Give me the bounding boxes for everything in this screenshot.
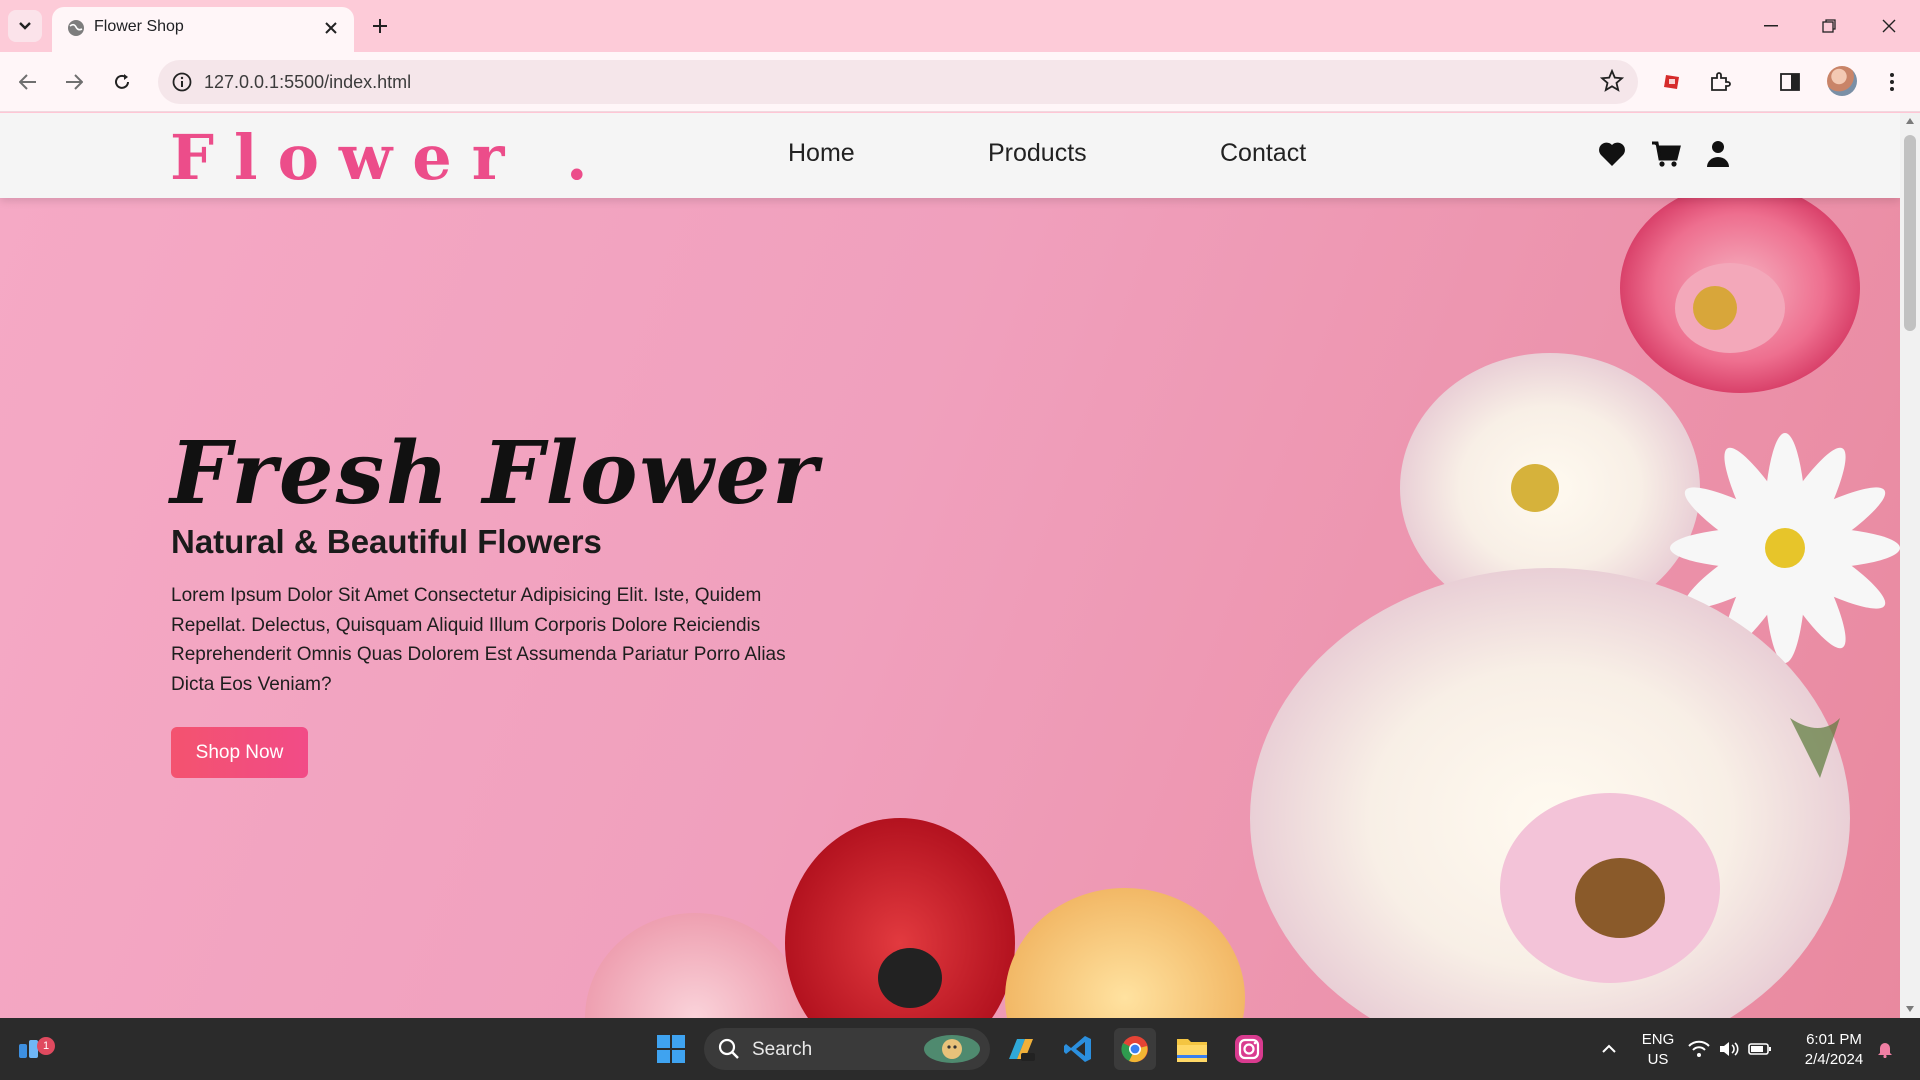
language-code: ENG [1641,1031,1675,1048]
globe-icon [68,20,84,36]
reload-icon [115,74,129,89]
tab-search-button[interactable] [8,10,42,42]
profile-avatar[interactable] [1827,66,1857,96]
plus-icon [373,19,387,33]
forward-button[interactable] [58,66,90,98]
user-icon[interactable] [1702,138,1734,170]
clock[interactable]: 6:01 PM 2/4/2024 [1790,1030,1878,1070]
notification-badge: 1 [37,1037,55,1055]
taskbar-search[interactable]: Search [704,1028,990,1070]
hero-description: Lorem Ipsum Dolor Sit Amet Consectetur A… [171,585,786,695]
arrow-right-icon [66,74,83,90]
address-bar[interactable]: 127.0.0.1:5500/index.html [158,60,1638,104]
close-window-button[interactable] [1872,12,1906,40]
chrome-icon [1121,1036,1148,1063]
folder-icon [1177,1039,1207,1062]
instagram-app[interactable] [1228,1028,1270,1070]
scroll-up-arrow-icon[interactable] [1904,115,1916,127]
wifi-icon [1688,1040,1710,1057]
nav-home[interactable]: Home [788,139,855,168]
start-button[interactable] [650,1028,692,1070]
url-text: 127.0.0.1:5500/index.html [204,72,412,92]
reload-button[interactable] [106,66,138,98]
minimize-button[interactable] [1754,12,1788,40]
heart-icon[interactable] [1596,138,1628,170]
restore-button[interactable] [1812,12,1846,40]
system-tray-status[interactable] [1685,1028,1775,1070]
minimize-icon [1764,25,1778,27]
back-button[interactable] [12,66,44,98]
region-code: US [1647,1051,1669,1068]
side-panel-icon[interactable] [1774,66,1806,98]
close-tab-icon[interactable] [320,17,342,39]
chevron-down-icon [19,22,31,30]
nav-products[interactable]: Products [988,139,1087,168]
hero-section: Fresh Flower Natural & Beautiful Flowers… [0,198,1900,1018]
instagram-icon [1235,1035,1263,1063]
search-icon [718,1038,739,1059]
bell-icon [1878,1043,1892,1058]
search-label: Search [752,1039,813,1060]
widgets-button[interactable]: 1 [8,1028,55,1070]
site-header: Flower . Home Products Contact [0,113,1900,198]
tab-title: Flower Shop [94,18,184,35]
chrome-app[interactable] [1114,1028,1156,1070]
bookmark-star-icon[interactable] [1599,68,1625,98]
language-indicator[interactable]: ENG US [1638,1030,1678,1070]
extensions-puzzle-icon[interactable] [1704,66,1736,98]
nav-contact[interactable]: Contact [1220,139,1306,168]
vscode-icon [1064,1036,1091,1062]
browser-tab-bar: Flower Shop [0,0,1920,52]
shop-now-button[interactable]: Shop Now [171,727,308,778]
scrollbar-thumb[interactable] [1904,135,1916,331]
hero-subtitle: Natural & Beautiful Flowers [171,523,602,560]
vscode-app[interactable] [1057,1028,1099,1070]
file-explorer-app[interactable] [1171,1028,1213,1070]
browser-tab[interactable]: Flower Shop [52,7,354,52]
clock-time: 6:01 PM [1806,1031,1862,1048]
new-tab-button[interactable] [366,12,394,40]
browser-toolbar: 127.0.0.1:5500/index.html [0,52,1920,112]
copilot-app[interactable] [1000,1028,1042,1070]
chevron-up-icon [1602,1044,1616,1053]
hero-title: Fresh Flower [170,423,820,524]
notifications-button[interactable] [1872,1028,1898,1070]
site-logo[interactable]: Flower . [170,121,608,194]
show-hidden-icons-button[interactable] [1588,1028,1630,1070]
volume-icon [1720,1042,1739,1056]
site-info-icon[interactable] [168,68,196,96]
close-icon [1882,19,1896,33]
page-scrollbar[interactable] [1900,113,1920,1018]
arrow-left-icon [19,74,36,90]
extension-pdf-icon[interactable] [1656,66,1688,98]
clock-date: 2/4/2024 [1804,1051,1864,1068]
browser-menu-icon[interactable] [1876,66,1908,98]
copilot-icon [1009,1039,1035,1061]
scroll-down-arrow-icon[interactable] [1904,1003,1916,1015]
windows-icon [657,1035,685,1063]
page-viewport: Flower . Home Products Contact Fresh Flo… [0,113,1900,1018]
restore-icon [1822,19,1836,33]
battery-icon [1748,1043,1771,1055]
cart-icon[interactable] [1650,138,1682,170]
search-highlight-icon [924,1035,980,1063]
taskbar: 1 Search ENG US 6:01 PM 2/4/2024 [0,1018,1920,1080]
